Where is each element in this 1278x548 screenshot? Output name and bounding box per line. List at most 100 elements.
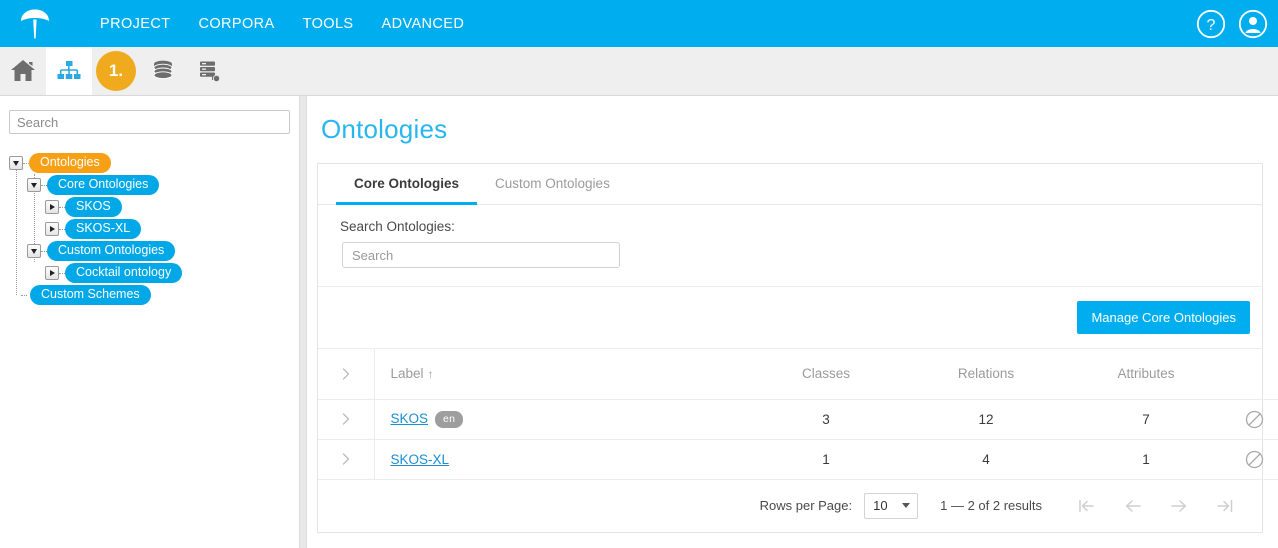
first-page-icon xyxy=(1079,499,1094,512)
tree-label-skos[interactable]: SKOS xyxy=(65,197,122,217)
tree-toggle-ontologies[interactable] xyxy=(9,156,23,170)
row-classes-cell: 3 xyxy=(746,399,906,440)
ontologies-card: Core Ontologies Custom Ontologies Search… xyxy=(317,163,1278,533)
tree-toggle-custom-ontologies[interactable] xyxy=(27,244,41,258)
expand-all-header xyxy=(318,349,374,400)
question-circle-icon[interactable]: ? xyxy=(1196,9,1226,39)
sidebar-search-input[interactable] xyxy=(9,110,290,134)
top-navigation-bar: PROJECT CORPORA TOOLS ADVANCED ? xyxy=(0,0,1278,47)
tree-node-ontologies[interactable]: Ontologies xyxy=(9,152,290,174)
server-export-icon[interactable] xyxy=(186,47,232,95)
tree-guide-root xyxy=(16,163,17,295)
mushroom-logo[interactable] xyxy=(12,0,58,47)
row-attributes-cell: 7 xyxy=(1066,399,1226,440)
tree-toggle-skos-xl[interactable] xyxy=(45,222,59,236)
page-title: Ontologies xyxy=(321,114,448,144)
tree-toggle-core-ontologies[interactable] xyxy=(27,178,41,192)
tree-label-cocktail-ontology[interactable]: Cocktail ontology xyxy=(65,263,183,283)
ontology-link-skos-xl[interactable]: SKOS-XL xyxy=(391,452,450,467)
tree-node-custom-schemes[interactable]: Custom Schemes xyxy=(9,284,290,306)
tree-toggle-skos[interactable] xyxy=(45,200,59,214)
tree-label-ontologies[interactable]: Ontologies xyxy=(29,153,111,173)
sort-ascending-icon[interactable]: ↑ xyxy=(428,367,434,381)
ontology-link-skos[interactable]: SKOS xyxy=(391,411,429,426)
chevron-right-icon[interactable] xyxy=(338,451,354,467)
tree-node-core-ontologies[interactable]: Core Ontologies xyxy=(9,174,290,196)
user-circle-icon[interactable] xyxy=(1238,9,1268,39)
last-page-button[interactable] xyxy=(1202,497,1248,515)
panel-splitter[interactable] xyxy=(299,96,307,548)
row-relations-cell: 12 xyxy=(906,399,1066,440)
next-page-button[interactable] xyxy=(1156,497,1202,515)
rows-per-page-wrapper: 10 25 50 100 xyxy=(864,492,919,519)
pagination-bar: Rows per Page: 10 25 50 100 1 — 2 of 2 r… xyxy=(318,480,1262,532)
tree-node-custom-ontologies[interactable]: Custom Ontologies xyxy=(9,240,290,262)
tree-label-core-ontologies[interactable]: Core Ontologies xyxy=(47,175,160,195)
tab-bar: Core Ontologies Custom Ontologies xyxy=(318,164,1262,205)
tab-core-ontologies[interactable]: Core Ontologies xyxy=(336,164,478,205)
tab-custom-ontologies[interactable]: Custom Ontologies xyxy=(477,164,628,205)
row-actions-cell xyxy=(1226,399,1278,440)
tree-connector xyxy=(21,294,27,296)
row-relations-cell: 4 xyxy=(906,439,1066,480)
table-row[interactable]: SKOS-XL 1 4 1 xyxy=(318,439,1278,480)
nav-item-advanced[interactable]: ADVANCED xyxy=(368,10,479,38)
column-header-relations[interactable]: Relations xyxy=(906,349,1066,400)
tree-node-skos-xl[interactable]: SKOS-XL xyxy=(9,218,290,240)
body-container: Ontologies Core Ontologies SKOS SKOS-XL xyxy=(0,96,1278,548)
language-badge: en xyxy=(435,410,464,428)
tree-label-custom-schemes[interactable]: Custom Schemes xyxy=(30,285,151,305)
row-expand-cell xyxy=(318,399,374,440)
no-entry-icon[interactable] xyxy=(1245,410,1264,429)
next-page-icon xyxy=(1171,499,1187,512)
main-menu: PROJECT CORPORA TOOLS ADVANCED xyxy=(86,10,478,38)
step-badge[interactable]: 1. xyxy=(96,51,136,91)
no-entry-icon[interactable] xyxy=(1245,450,1264,469)
tree-toggle-cocktail-ontology[interactable] xyxy=(45,266,59,280)
main-content: Ontologies Core Ontologies Custom Ontolo… xyxy=(307,96,1278,548)
previous-page-button[interactable] xyxy=(1110,497,1156,515)
svg-text:?: ? xyxy=(1207,17,1216,34)
column-header-actions xyxy=(1226,349,1278,400)
search-section: Search Ontologies: xyxy=(318,205,1262,287)
sidebar-panel: Ontologies Core Ontologies SKOS SKOS-XL xyxy=(0,96,299,548)
topbar-actions: ? xyxy=(1196,0,1268,47)
first-page-button[interactable] xyxy=(1064,497,1110,515)
manage-core-ontologies-button[interactable]: Manage Core Ontologies xyxy=(1077,301,1250,334)
search-ontologies-label: Search Ontologies: xyxy=(340,219,455,234)
column-header-classes[interactable]: Classes xyxy=(746,349,906,400)
results-count-text: 1 — 2 of 2 results xyxy=(940,498,1042,513)
chevron-right-icon[interactable] xyxy=(338,366,354,382)
tree-node-cocktail-ontology[interactable]: Cocktail ontology xyxy=(9,262,290,284)
action-bar: Manage Core Ontologies xyxy=(318,287,1262,349)
ontologies-table: Label ↑ Classes Relations Attributes SKO… xyxy=(318,349,1278,480)
column-header-label[interactable]: Label ↑ xyxy=(373,349,746,400)
secondary-toolbar: 1. xyxy=(0,47,1278,96)
ontology-tree: Ontologies Core Ontologies SKOS SKOS-XL xyxy=(9,152,290,306)
table-row[interactable]: SKOS en 3 12 7 xyxy=(318,399,1278,440)
search-ontologies-input[interactable] xyxy=(342,242,620,268)
nav-item-project[interactable]: PROJECT xyxy=(86,10,184,38)
tree-label-custom-ontologies[interactable]: Custom Ontologies xyxy=(47,241,176,261)
database-icon[interactable] xyxy=(140,47,186,95)
last-page-icon xyxy=(1217,499,1233,512)
row-classes-cell: 1 xyxy=(746,439,906,480)
tree-node-skos[interactable]: SKOS xyxy=(9,196,290,218)
table-header-row: Label ↑ Classes Relations Attributes xyxy=(318,349,1278,400)
rows-per-page-label: Rows per Page: xyxy=(759,498,853,513)
hierarchy-icon[interactable] xyxy=(46,47,92,95)
row-label-cell: SKOS en xyxy=(373,399,746,440)
table-head: Label ↑ Classes Relations Attributes xyxy=(318,349,1278,400)
rows-per-page-select[interactable]: 10 25 50 100 xyxy=(864,492,919,519)
row-label-cell: SKOS-XL xyxy=(373,439,746,480)
previous-page-icon xyxy=(1125,499,1141,512)
row-expand-cell xyxy=(318,439,374,480)
column-header-attributes[interactable]: Attributes xyxy=(1066,349,1226,400)
nav-item-tools[interactable]: TOOLS xyxy=(289,10,368,38)
row-attributes-cell: 1 xyxy=(1066,439,1226,480)
nav-item-corpora[interactable]: CORPORA xyxy=(184,10,288,38)
tree-label-skos-xl[interactable]: SKOS-XL xyxy=(65,219,142,239)
column-header-label-text: Label xyxy=(390,366,424,382)
home-icon[interactable] xyxy=(0,47,46,95)
chevron-right-icon[interactable] xyxy=(338,411,354,427)
